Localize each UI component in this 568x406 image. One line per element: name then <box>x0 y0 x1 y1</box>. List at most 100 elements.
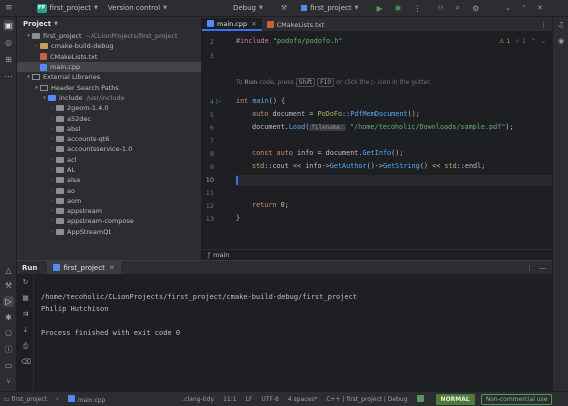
expand-arrow-icon[interactable]: › <box>49 167 56 173</box>
tree-item[interactable]: › appstream <box>17 206 201 216</box>
status-project[interactable]: ▭ first_project <box>4 396 47 403</box>
minimize-panel-icon[interactable]: — <box>539 264 546 272</box>
collab-button[interactable]: ⚇ <box>437 4 443 12</box>
status-clang-tidy[interactable]: .clang-tidy <box>182 396 214 403</box>
expand-arrow-icon[interactable]: › <box>49 198 56 204</box>
expand-arrow-icon[interactable]: › <box>49 136 56 142</box>
tree-item[interactable]: › cmake-build-debug <box>17 41 201 51</box>
status-encoding[interactable]: UTF-8 <box>261 396 279 403</box>
minimize-button[interactable]: ⌄ <box>505 4 511 12</box>
search-everywhere-button[interactable]: ⌕ <box>456 3 460 13</box>
tree-item[interactable]: › accounts-qt6 <box>17 134 201 144</box>
project-panel-header[interactable]: Project ▼ <box>17 17 201 31</box>
settings-button[interactable]: ⚙ <box>472 4 479 13</box>
tree-item[interactable]: › AL <box>17 165 201 175</box>
more-actions-button[interactable]: ⋮ <box>413 4 421 13</box>
editor-gutter[interactable]: 2 3 4 ▷ 5 6 7 8 9 10 11 12 13 <box>202 32 234 249</box>
rerun-button[interactable]: ↻ <box>21 278 30 287</box>
close-tab-icon[interactable]: ✕ <box>251 20 256 28</box>
problems-tool-button[interactable]: ⓘ <box>3 344 14 355</box>
commit-tool-button[interactable]: ◎ <box>3 37 14 48</box>
clear-button[interactable]: ⌫ <box>21 358 31 367</box>
tab-actions-button[interactable]: ⋮ <box>536 18 553 31</box>
debug-tool-button[interactable]: ✱ <box>3 312 14 323</box>
status-file[interactable]: main.cpp <box>67 394 105 404</box>
expand-arrow-icon[interactable]: › <box>49 218 56 224</box>
expand-arrow-icon[interactable]: ▾ <box>25 74 32 80</box>
expand-arrow-icon[interactable]: › <box>49 116 56 122</box>
run-tool-button[interactable]: ▷ <box>3 296 14 307</box>
breadcrumb[interactable]: ƒ main <box>202 249 552 260</box>
debug-button[interactable]: ✱ <box>395 4 402 13</box>
tree-item[interactable]: › ao <box>17 185 201 195</box>
tab-main-cpp[interactable]: main.cpp ✕ <box>202 18 262 31</box>
run-config-selector[interactable]: first_project ▼ <box>301 4 359 12</box>
project-switcher[interactable]: FP first_project ▼ <box>36 3 98 13</box>
expand-arrow-icon[interactable]: ▾ <box>41 95 48 101</box>
tree-item[interactable]: › absl <box>17 124 201 134</box>
line-number: 7 <box>209 137 214 145</box>
scroll-end-button[interactable]: ⇣ <box>21 326 30 335</box>
run-gutter-icon[interactable]: ▷ <box>216 98 221 105</box>
print-button[interactable]: ⎙ <box>21 342 30 351</box>
notifications-button[interactable]: ♫ <box>556 21 566 31</box>
tree-item[interactable]: ▾ External Libraries <box>17 72 201 82</box>
structure-tool-button[interactable]: ⊞ <box>3 54 14 65</box>
expand-arrow-icon[interactable]: › <box>49 208 56 214</box>
run-button[interactable]: ▶ <box>377 4 383 13</box>
tree-item[interactable]: › alsa <box>17 175 201 185</box>
license-badge[interactable]: Non-commercial use <box>480 393 553 405</box>
build-button[interactable]: ⚒ <box>281 4 287 12</box>
tree-item[interactable]: ▾ include/usr/include <box>17 93 201 103</box>
status-ok[interactable] <box>416 394 427 404</box>
wrap-button[interactable]: ⇉ <box>21 310 30 319</box>
tree-item[interactable]: › AppStreamQt <box>17 227 201 237</box>
expand-arrow-icon[interactable]: › <box>49 229 56 235</box>
console-output[interactable]: /home/tecoholic/CLionProjects/first_proj… <box>41 293 357 341</box>
build-config-selector[interactable]: Debug ▼ <box>233 4 263 12</box>
expand-arrow-icon[interactable]: › <box>49 157 56 163</box>
tree-item[interactable]: › a52dec <box>17 113 201 123</box>
tree-item-label: 2geom-1.4.0 <box>67 104 109 113</box>
code-editor[interactable]: #include "podofo/podofo.h" To Run code, … <box>236 32 552 249</box>
services-button[interactable]: ⎔ <box>3 328 14 339</box>
expand-arrow-icon[interactable]: › <box>49 188 56 194</box>
run-tab[interactable]: first_project ✕ <box>47 261 121 274</box>
expand-arrow-icon[interactable]: ▾ <box>33 85 40 91</box>
messages-tool-button[interactable]: ⚒ <box>3 280 14 291</box>
more-tools-button[interactable]: ⋯ <box>3 71 14 82</box>
status-position[interactable]: 11:1 <box>223 396 236 403</box>
tree-item[interactable]: CMakeLists.txt <box>17 52 201 62</box>
more-vertical-icon[interactable]: ⋮ <box>526 264 533 272</box>
tree-item[interactable]: › accountsservice-1.0 <box>17 144 201 154</box>
vcs-tool-button[interactable]: ⑂ <box>3 376 14 387</box>
tree-item[interactable]: › 2geom-1.4.0 <box>17 103 201 113</box>
project-tool-button[interactable]: ▣ <box>3 20 14 31</box>
stop-button[interactable]: ■ <box>21 294 30 303</box>
tree-item[interactable]: › aom <box>17 196 201 206</box>
main-menu-button[interactable]: ≡ <box>5 3 13 13</box>
expand-arrow-icon[interactable]: ▾ <box>25 33 32 39</box>
ai-assistant-button[interactable]: ◉ <box>556 37 566 47</box>
services-tool-button[interactable]: △ <box>3 265 14 276</box>
status-indent[interactable]: 4 spaces* <box>288 396 317 403</box>
tree-item[interactable]: ▾ first_project ~/CLionProjects/first_proj… <box>17 31 201 41</box>
status-line-separator[interactable]: LF <box>246 396 253 403</box>
tree-item[interactable]: main.cpp <box>17 61 201 73</box>
tree-item[interactable]: › appstream-compose <box>17 216 201 226</box>
expand-arrow-icon[interactable]: › <box>49 105 56 111</box>
status-context[interactable]: C++ | first_project | Debug <box>326 396 407 403</box>
expand-arrow-icon[interactable]: › <box>49 177 56 183</box>
tab-cmakelists[interactable]: CMakeLists.txt <box>262 18 329 31</box>
expand-arrow-icon[interactable]: › <box>49 126 56 132</box>
expand-arrow-icon[interactable]: › <box>33 43 40 49</box>
close-window-button[interactable]: ✕ <box>537 4 543 12</box>
tree-item[interactable]: › acl <box>17 155 201 165</box>
code-line: std::cout << info->GetAuthor()->GetStrin… <box>252 162 486 170</box>
maximize-button[interactable]: ⌃ <box>521 4 527 12</box>
tree-item[interactable]: ▾ Header Search Paths <box>17 82 201 92</box>
terminal-tool-button[interactable]: ▭ <box>3 360 14 371</box>
vcs-widget[interactable]: Version control ▼ <box>108 4 167 12</box>
close-tab-icon[interactable]: ✕ <box>109 264 115 272</box>
expand-arrow-icon[interactable]: › <box>49 146 56 152</box>
